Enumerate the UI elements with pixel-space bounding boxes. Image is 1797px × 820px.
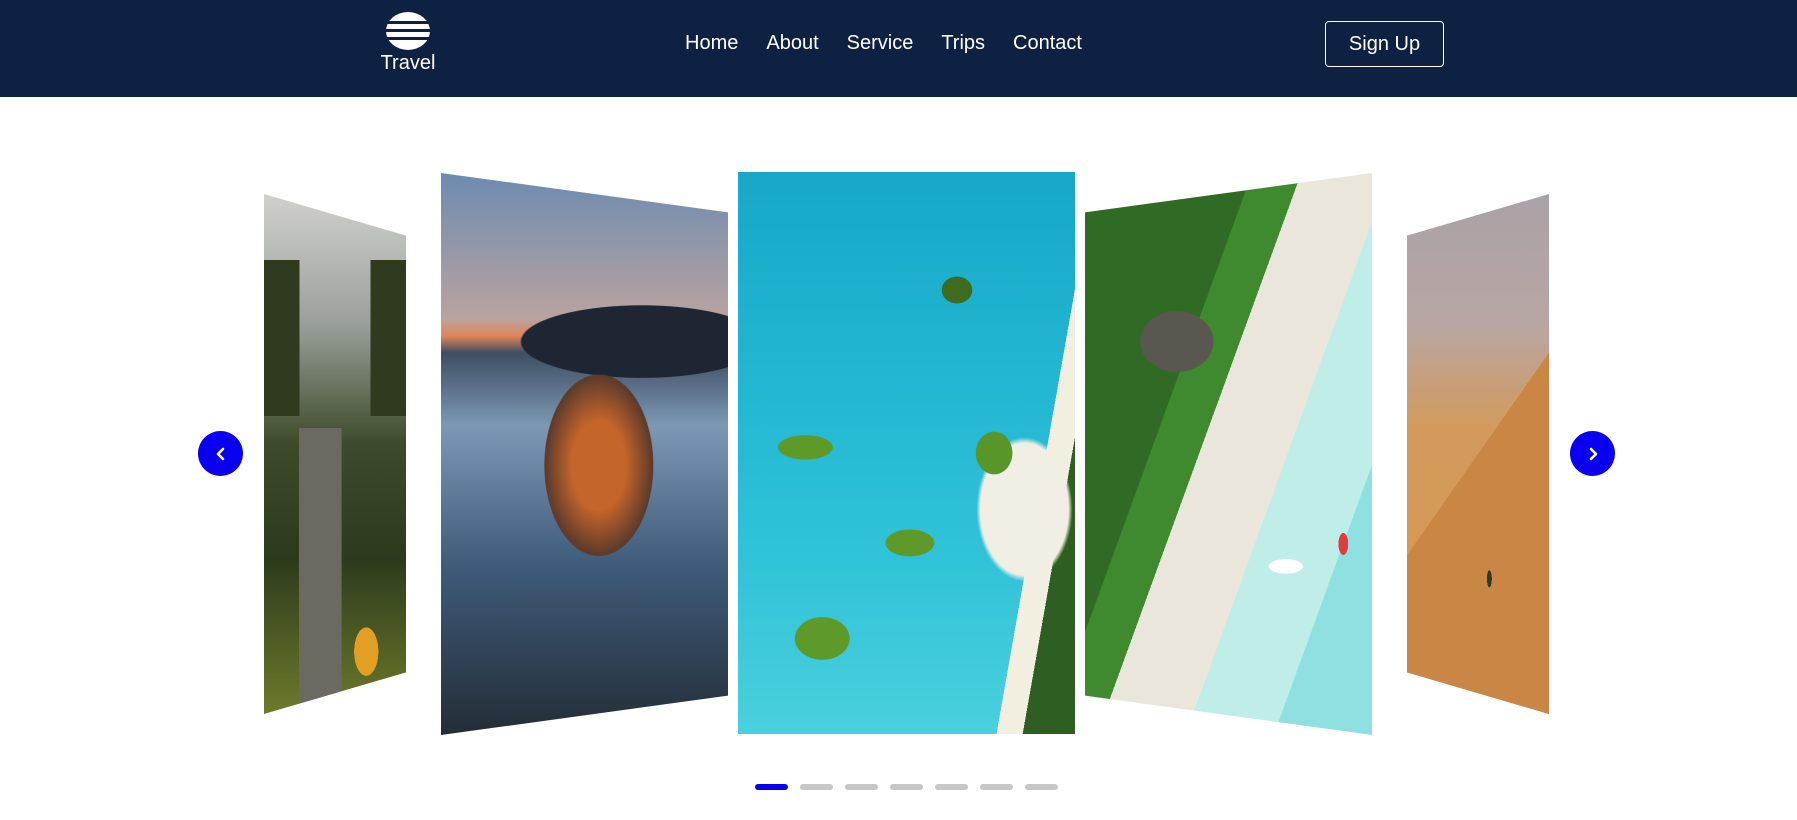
carousel-pagination — [755, 784, 1058, 790]
pagination-dot[interactable] — [980, 784, 1013, 790]
chevron-left-icon — [216, 447, 224, 460]
carousel-next-button[interactable] — [1570, 431, 1615, 476]
pagination-dot[interactable] — [935, 784, 968, 790]
sign-up-button[interactable]: Sign Up — [1325, 21, 1444, 67]
nav-trips[interactable]: Trips — [941, 32, 985, 55]
nav-service[interactable]: Service — [847, 32, 914, 55]
main-nav: Home About Service Trips Contact — [685, 32, 1082, 55]
globe-icon — [385, 12, 431, 50]
carousel-prev-button[interactable] — [198, 431, 243, 476]
slide-coastal-village[interactable] — [441, 173, 728, 735]
pagination-dot[interactable] — [890, 784, 923, 790]
pagination-dot[interactable] — [1025, 784, 1058, 790]
slide-desert-dune[interactable] — [1407, 194, 1549, 714]
slide-seaplane-beach[interactable] — [1085, 173, 1372, 735]
pagination-dot[interactable] — [845, 784, 878, 790]
pagination-dot[interactable] — [800, 784, 833, 790]
pagination-dot[interactable] — [755, 784, 788, 790]
chevron-right-icon — [1589, 447, 1597, 460]
slide-gate-road[interactable] — [264, 194, 406, 714]
logo[interactable]: Travel — [380, 11, 436, 73]
nav-contact[interactable]: Contact — [1013, 32, 1082, 55]
slide-lagoon-islands[interactable] — [738, 172, 1075, 734]
nav-about[interactable]: About — [766, 32, 818, 55]
nav-home[interactable]: Home — [685, 32, 738, 55]
logo-text: Travel — [380, 52, 436, 74]
site-header: Travel Home About Service Trips Contact … — [0, 0, 1797, 97]
